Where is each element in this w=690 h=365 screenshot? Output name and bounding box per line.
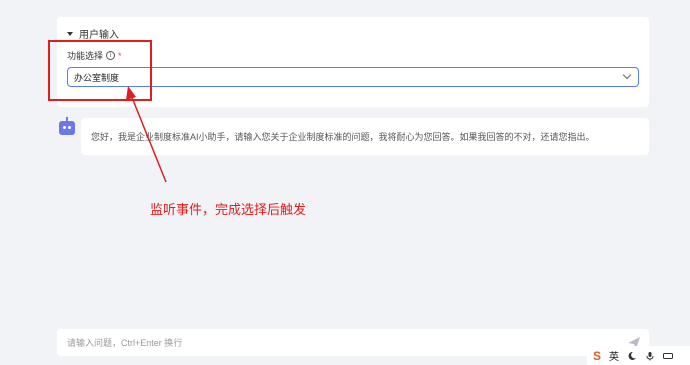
bot-message-text: 您好，我是企业制度标准AI小助手，请输入您关于企业制度标准的问题，我将耐心为您回… — [91, 132, 595, 142]
keyboard-icon[interactable] — [663, 351, 674, 361]
chat-input[interactable]: 请输入问题，Ctrl+Enter 换行 — [57, 329, 649, 356]
chat-input-placeholder: 请输入问题，Ctrl+Enter 换行 — [67, 338, 183, 348]
ime-moon-icon[interactable] — [627, 351, 637, 361]
ime-logo-icon[interactable]: S — [593, 349, 601, 363]
section-title: 用户输入 — [79, 30, 119, 41]
function-select[interactable]: 办公室制度 — [67, 67, 639, 87]
microphone-icon[interactable] — [645, 351, 655, 361]
section-header[interactable]: 用户输入 — [67, 26, 119, 41]
bot-message-bubble: 您好，我是企业制度标准AI小助手，请输入您关于企业制度标准的问题，我将耐心为您回… — [81, 118, 649, 155]
ime-toolbar: S 英 — [587, 346, 690, 365]
bot-avatar-icon — [59, 121, 75, 135]
ime-lang-toggle[interactable]: 英 — [609, 348, 619, 363]
chevron-down-icon[interactable] — [622, 70, 632, 80]
annotation-text: 监听事件，完成选择后触发 — [150, 202, 307, 217]
caret-down-icon[interactable] — [67, 31, 73, 36]
annotation-highlight-box — [48, 40, 152, 101]
